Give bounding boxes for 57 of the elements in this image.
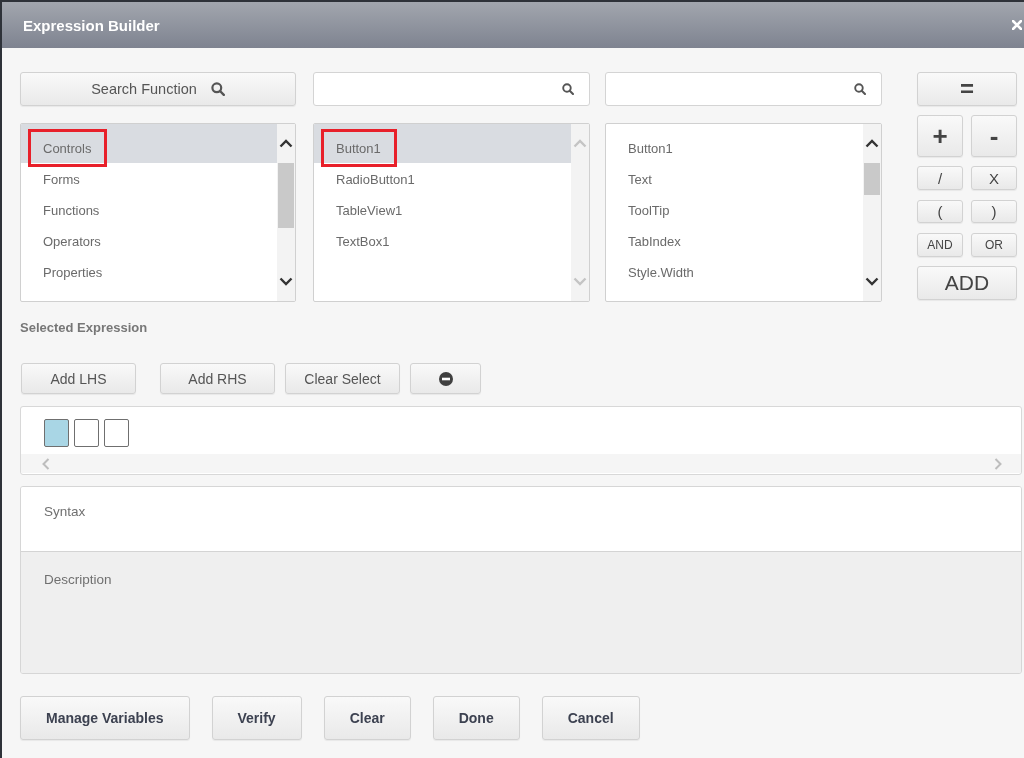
list-item[interactable]: Text [606,163,863,194]
list-item[interactable]: Forms [21,163,277,194]
footer-button[interactable]: Manage Variables [20,696,190,740]
scrollbar[interactable] [277,124,295,301]
operator-button[interactable]: / [917,166,963,190]
section-heading: Selected Expression [20,320,148,336]
syntax-label: Syntax [44,504,86,519]
remove-button[interactable] [410,363,481,394]
scrollbar-thumb[interactable] [864,163,880,195]
scrollbar-thumb[interactable] [278,163,294,228]
expression-slot[interactable] [74,419,99,447]
operator-button[interactable]: - [971,115,1017,157]
operator-button[interactable]: = [917,72,1017,106]
chevron-right-icon[interactable] [994,457,1002,470]
list-item[interactable]: RadioButton1 [314,163,571,194]
action-button[interactable]: Clear Select [285,363,400,394]
scrollbar[interactable] [863,124,881,301]
action-button[interactable]: Add LHS [21,363,136,394]
list-item[interactable]: TextBox1 [314,225,571,256]
description-label: Description [44,572,112,587]
chevron-down-icon[interactable] [279,276,293,286]
search-field[interactable] [313,72,590,106]
operator-button[interactable]: ADD [917,266,1017,300]
scrollbar[interactable] [21,454,1021,473]
operator-button[interactable]: OR [971,233,1017,257]
chevron-up-icon[interactable] [279,139,293,148]
operator-button[interactable]: X [971,166,1017,190]
footer-button[interactable]: Cancel [541,696,640,740]
minus-circle-icon [438,371,453,386]
search-icon [854,83,866,95]
expression-slot[interactable] [104,419,129,447]
chevron-left-icon[interactable] [42,457,50,470]
operator-button[interactable]: ) [971,200,1017,223]
list-item[interactable]: ToolTip [606,194,863,225]
search-icon [562,83,574,95]
action-button[interactable]: Add RHS [160,363,275,394]
operator-button[interactable]: + [917,115,963,157]
operator-button[interactable]: ( [917,200,963,223]
expression-slot[interactable] [44,419,69,447]
close-icon[interactable] [1012,20,1022,30]
footer-button[interactable]: Verify [211,696,302,740]
operator-button[interactable]: AND [917,233,963,257]
list-item[interactable]: TableView1 [314,194,571,225]
list-item[interactable]: Properties [21,256,277,287]
chevron-down-icon[interactable] [865,276,879,286]
window-title: Expression Builder [23,16,160,34]
list-item[interactable]: Operators [21,225,277,256]
footer-button[interactable]: Clear [323,696,411,740]
list-item[interactable]: Functions [21,194,277,225]
search-icon [210,82,225,96]
search-field[interactable] [605,72,882,106]
search-function-button[interactable]: Search Function [20,72,296,106]
list-item[interactable]: TabIndex [606,225,863,256]
footer-button[interactable]: Done [432,696,520,740]
list-item[interactable]: Button1 [606,124,863,163]
chevron-up-icon[interactable] [865,139,879,148]
list-item[interactable]: Style.Width [606,256,863,287]
